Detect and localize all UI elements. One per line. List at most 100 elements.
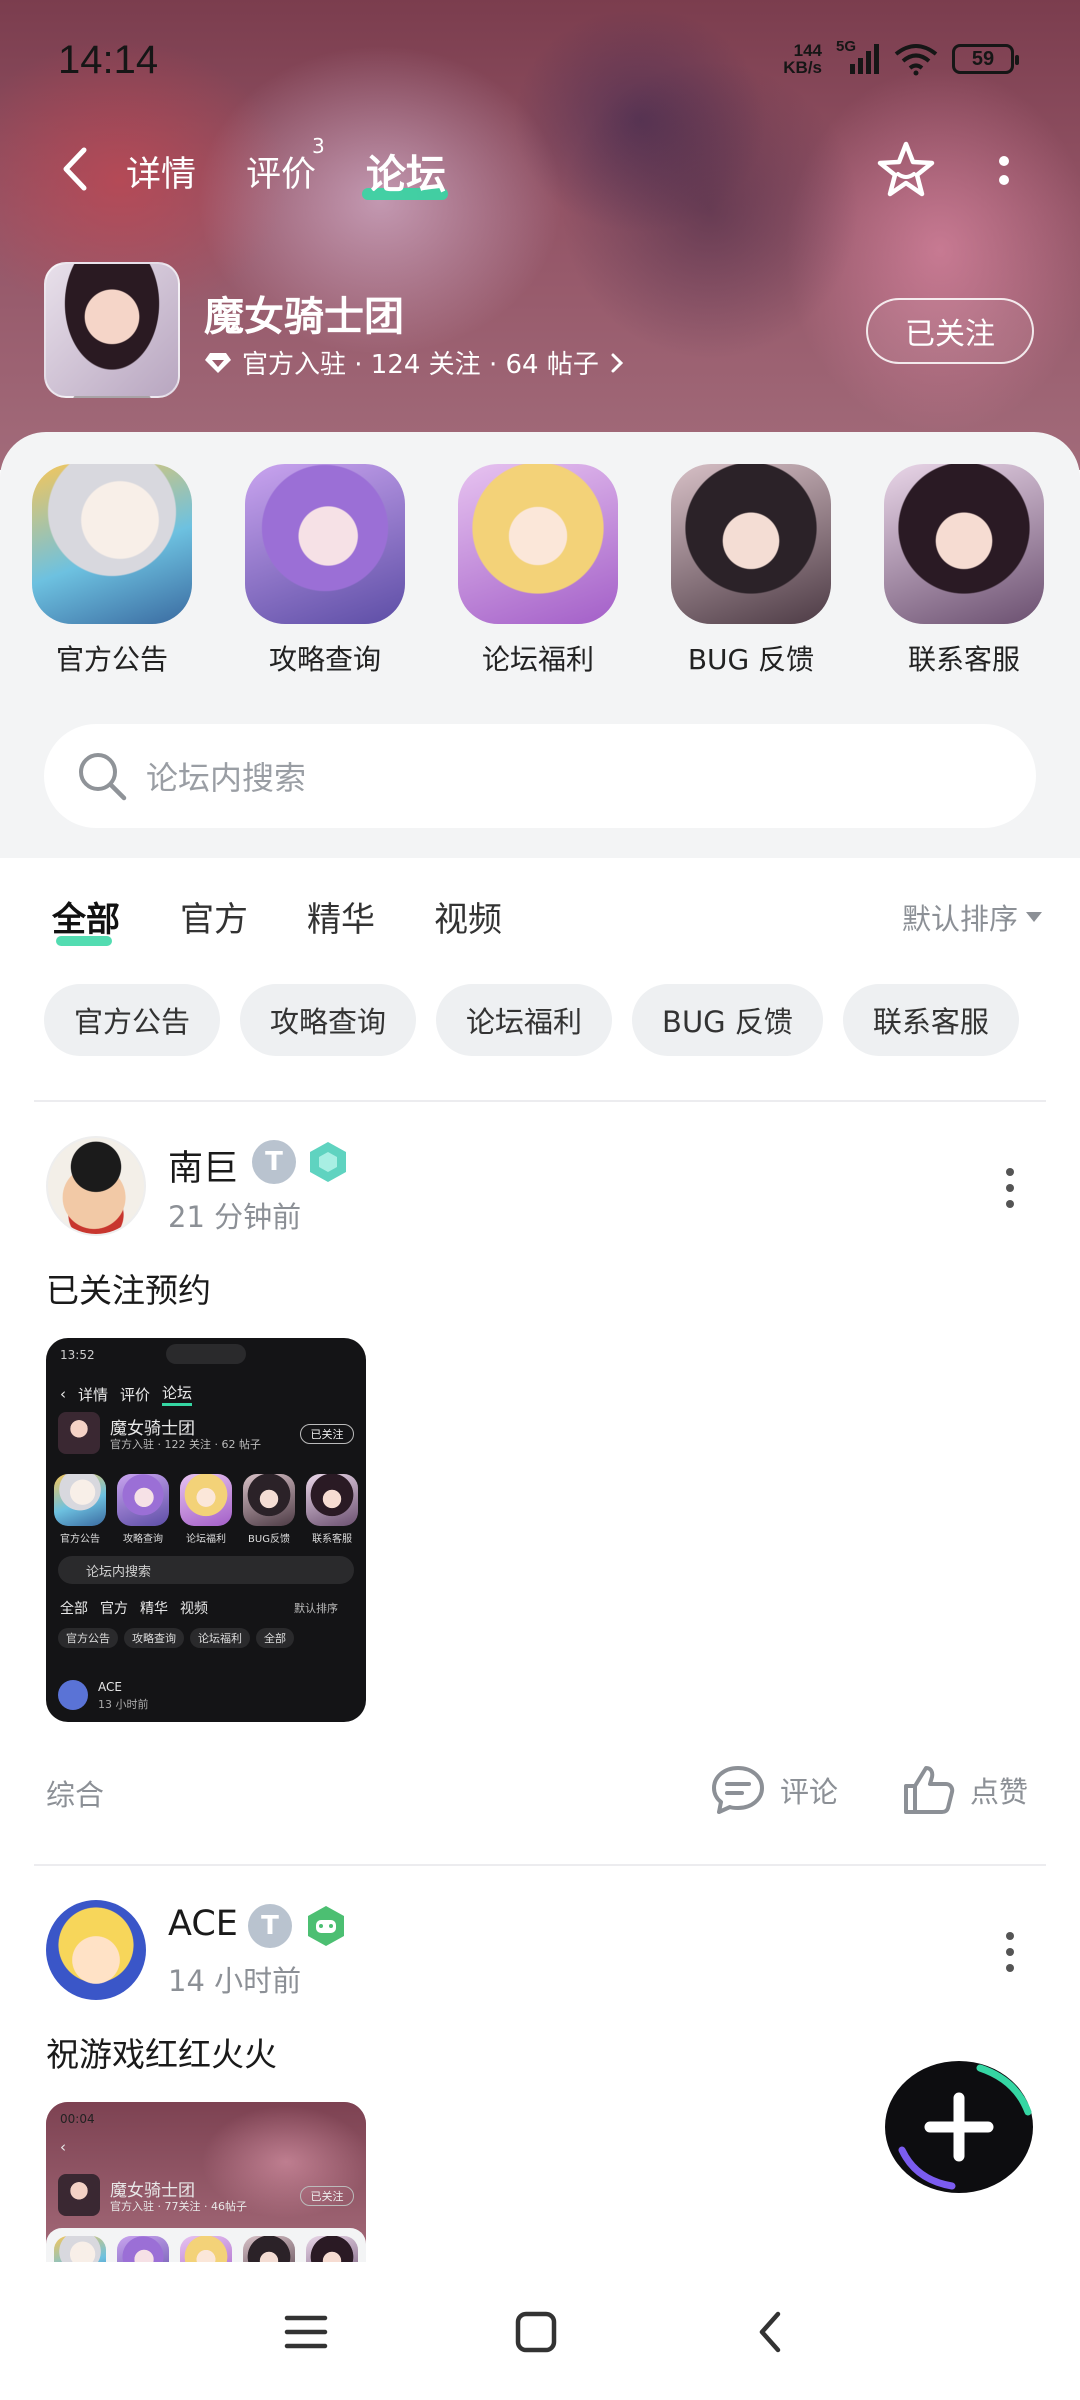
net-speed: 144 KB/s	[783, 42, 822, 76]
mini-icon	[54, 1474, 106, 1526]
mini-tab: 视频	[180, 1601, 208, 1617]
mini-label: 攻略查询	[123, 1534, 163, 1545]
dot-icon	[999, 174, 1009, 185]
chip-guide[interactable]: 攻略查询	[240, 984, 417, 1056]
mini-chip: 攻略查询	[124, 1628, 184, 1648]
sort-dropdown[interactable]: 默认排序	[902, 896, 1042, 938]
mini-tab: 官方	[100, 1601, 128, 1617]
quick-link-welfare[interactable]: 论坛福利	[458, 464, 618, 678]
avatar[interactable]	[46, 1136, 146, 1236]
post-more-button[interactable]	[998, 1932, 1022, 1992]
more-options-button[interactable]	[984, 140, 1024, 200]
mini-back-icon: ‹	[60, 1385, 66, 1403]
post-author[interactable]: ACE	[168, 1904, 238, 1944]
mini-tab: 评价	[120, 1385, 151, 1404]
wifi-icon	[894, 44, 938, 76]
tab-review[interactable]: 评价	[246, 146, 316, 197]
mini-chip: 官方公告	[58, 1628, 118, 1648]
dot-icon	[1006, 1964, 1014, 1972]
signal-icon: 5G	[836, 38, 880, 76]
search-input[interactable]: 论坛内搜索	[44, 724, 1036, 828]
post-title[interactable]: 已关注预约	[46, 1264, 211, 1312]
quick-link-label: 攻略查询	[268, 643, 381, 676]
mini-back-icon: ‹	[60, 2138, 66, 2156]
chip-announcement[interactable]: 官方公告	[44, 984, 221, 1056]
quick-link-support[interactable]: 联系客服	[884, 464, 1044, 678]
avatar[interactable]	[46, 1900, 146, 2000]
filter-tab-video[interactable]: 视频	[434, 892, 502, 941]
forum-quick-panel: 官方公告 攻略查询 论坛福利 BUG 反馈 联系客服 论坛内搜索	[0, 432, 1080, 858]
quick-link-label: 官方公告	[55, 643, 168, 676]
quick-link-label: BUG 反馈	[687, 643, 815, 676]
post-card[interactable]: 南巨 T 21 分钟前 已关注预约 13:52 ‹ 详情 评价 论坛 魔女骑士团…	[0, 1136, 1080, 1866]
divider	[34, 1864, 1046, 1866]
mini-tab: 精华	[140, 1601, 168, 1617]
game-badge-icon	[308, 1906, 344, 1946]
forum-header-banner: 14:14 144 KB/s 5G 59 详情 评价 3 论坛 魔女骑士团 官方…	[0, 0, 1080, 470]
bug-report-icon	[671, 464, 831, 624]
filter-tab-featured[interactable]: 精华	[307, 892, 375, 941]
mini-icon	[243, 2236, 295, 2262]
system-navigation-bar	[0, 2262, 1080, 2400]
mini-notch	[166, 1344, 246, 1364]
game-logo	[44, 262, 180, 398]
announcement-icon	[32, 464, 192, 624]
back-button[interactable]	[50, 144, 100, 194]
like-button[interactable]: 点赞	[902, 1764, 1028, 1816]
mini-user-time: 13 小时前	[98, 1698, 149, 1711]
chevron-right-icon	[611, 353, 623, 372]
mini-game-logo	[58, 1412, 100, 1454]
welfare-icon	[458, 464, 618, 624]
network-type: 5G	[836, 38, 857, 55]
post-category[interactable]: 综合	[46, 1772, 104, 1814]
star-icon	[877, 141, 935, 197]
menu-button[interactable]	[266, 2292, 346, 2372]
home-button[interactable]	[496, 2292, 576, 2372]
status-icons: 144 KB/s 5G 59	[783, 38, 1019, 76]
post-time: 14 小时前	[168, 1964, 302, 1998]
mini-icon	[180, 2236, 232, 2262]
follow-button[interactable]: 已关注	[866, 298, 1034, 364]
post-title[interactable]: 祝游戏红红火火	[46, 2028, 277, 2076]
mini-chips: 官方公告 攻略查询 论坛福利 全部	[58, 1628, 294, 1648]
mini-label: BUG反馈	[248, 1534, 290, 1545]
quick-link-announcement[interactable]: 官方公告	[32, 464, 192, 678]
mini-icon	[117, 2236, 169, 2262]
chevron-left-icon	[759, 2311, 781, 2353]
tab-detail[interactable]: 详情	[126, 146, 196, 197]
comment-button[interactable]: 评论	[710, 1764, 838, 1816]
chip-bug-report[interactable]: BUG 反馈	[632, 984, 823, 1056]
support-icon	[884, 464, 1044, 624]
dot-icon	[1006, 1948, 1014, 1956]
chip-welfare[interactable]: 论坛福利	[436, 984, 613, 1056]
guide-icon	[245, 464, 405, 624]
dot-icon	[1006, 1932, 1014, 1940]
favorite-button[interactable]	[874, 138, 938, 202]
game-meta[interactable]: 官方入驻 · 124 关注 · 64 帖子	[204, 344, 625, 381]
create-post-button[interactable]	[882, 2058, 1036, 2196]
mini-nav: ‹ 详情 评价 论坛	[60, 1382, 193, 1406]
post-image[interactable]: 00:04 ‹ 魔女骑士团 官方入驻 · 77关注 · 46帖子 已关注	[46, 2102, 366, 2262]
quick-link-bug-report[interactable]: BUG 反馈	[671, 464, 831, 678]
review-count-badge: 3	[312, 134, 325, 158]
mini-icon	[243, 1474, 295, 1526]
category-chips: 官方公告 攻略查询 论坛福利 BUG 反馈 联系客服	[44, 984, 1019, 1056]
dot-icon	[1006, 1184, 1014, 1192]
system-back-button[interactable]	[730, 2292, 810, 2372]
post-more-button[interactable]	[998, 1168, 1022, 1228]
filter-tab-all[interactable]: 全部	[52, 892, 120, 941]
tab-forum[interactable]: 论坛	[366, 142, 446, 200]
post-time: 21 分钟前	[168, 1200, 302, 1234]
search-placeholder: 论坛内搜索	[146, 759, 307, 797]
post-author[interactable]: 南巨	[168, 1140, 238, 1191]
quick-link-guide[interactable]: 攻略查询	[245, 464, 405, 678]
chip-support[interactable]: 联系客服	[842, 984, 1019, 1056]
plus-icon	[885, 2061, 1033, 2193]
quick-link-label: 论坛福利	[481, 643, 594, 676]
comment-icon	[712, 1766, 764, 1814]
filter-tab-official[interactable]: 官方	[180, 892, 248, 941]
post-image[interactable]: 13:52 ‹ 详情 评价 论坛 魔女骑士团 官方入驻 · 122 关注 · 6…	[46, 1338, 366, 1722]
mini-follow: 已关注	[300, 1424, 354, 1444]
mini-tab-active: 论坛	[162, 1382, 193, 1406]
status-bar: 14:14 144 KB/s 5G 59	[0, 0, 1080, 130]
